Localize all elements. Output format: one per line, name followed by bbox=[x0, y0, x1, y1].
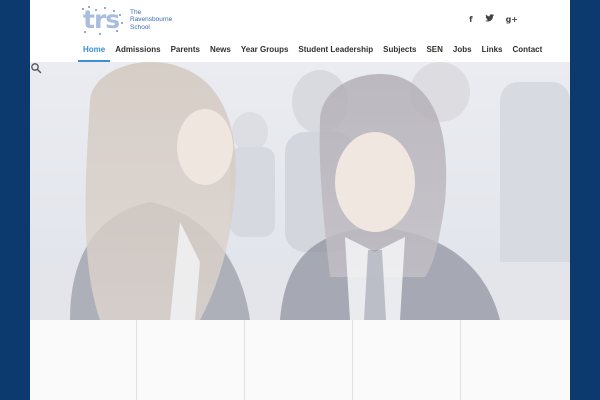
nav-item-contact[interactable]: Contact bbox=[507, 40, 547, 62]
nav-item-admissions[interactable]: Admissions bbox=[110, 40, 165, 62]
logo-text: The Ravensbourne School bbox=[130, 9, 172, 32]
page: trs The Ravensbourne School f g+ Home Ad… bbox=[30, 0, 570, 400]
logo-dot bbox=[121, 22, 123, 24]
logo-dot bbox=[95, 9, 97, 11]
feature-tile[interactable] bbox=[245, 320, 353, 400]
logo-dot bbox=[99, 33, 101, 35]
logo-dot bbox=[104, 7, 106, 9]
feature-tile[interactable] bbox=[30, 320, 137, 400]
google-plus-icon[interactable]: g+ bbox=[506, 15, 518, 25]
main-nav: Home Admissions Parents News Year Groups… bbox=[78, 40, 547, 62]
nav-item-parents[interactable]: Parents bbox=[166, 40, 205, 62]
twitter-icon[interactable] bbox=[484, 14, 494, 25]
nav-item-news[interactable]: News bbox=[205, 40, 236, 62]
feature-tile[interactable] bbox=[137, 320, 245, 400]
logo-mark: trs bbox=[80, 5, 124, 35]
hero-banner bbox=[30, 62, 570, 320]
site-header: trs The Ravensbourne School f g+ Home Ad… bbox=[30, 0, 570, 62]
nav-item-subjects[interactable]: Subjects bbox=[378, 40, 421, 62]
logo-line: School bbox=[130, 23, 150, 31]
feature-tile[interactable] bbox=[353, 320, 461, 400]
social-links: f g+ bbox=[469, 14, 518, 25]
school-logo[interactable]: trs The Ravensbourne School bbox=[80, 4, 190, 36]
nav-item-links[interactable]: Links bbox=[477, 40, 508, 62]
twitter-bird-glyph bbox=[484, 14, 494, 22]
nav-item-student-leadership[interactable]: Student Leadership bbox=[293, 40, 378, 62]
nav-item-sen[interactable]: SEN bbox=[421, 40, 447, 62]
nav-item-year-groups[interactable]: Year Groups bbox=[236, 40, 294, 62]
hero-overlay bbox=[30, 62, 570, 320]
feature-tile[interactable] bbox=[461, 320, 570, 400]
logo-dot bbox=[119, 14, 121, 16]
nav-item-home[interactable]: Home bbox=[78, 40, 111, 62]
logo-dot bbox=[88, 6, 90, 8]
facebook-icon[interactable]: f bbox=[469, 15, 472, 25]
logo-line: Ravensbourne bbox=[130, 16, 173, 24]
logo-dot bbox=[84, 31, 86, 33]
search-icon[interactable] bbox=[30, 62, 42, 74]
nav-item-jobs[interactable]: Jobs bbox=[448, 40, 477, 62]
hero-photo bbox=[30, 62, 570, 320]
logo-dot bbox=[116, 30, 118, 32]
logo-dot bbox=[82, 8, 84, 10]
logo-line: The bbox=[130, 8, 142, 16]
logo-dot bbox=[113, 10, 115, 12]
feature-tiles bbox=[30, 320, 570, 400]
